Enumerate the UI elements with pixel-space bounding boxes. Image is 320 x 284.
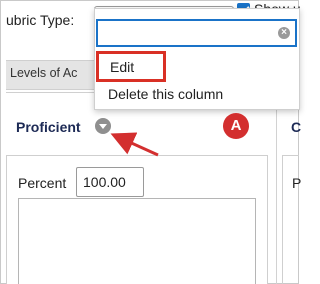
annotation-arrow <box>110 132 159 157</box>
